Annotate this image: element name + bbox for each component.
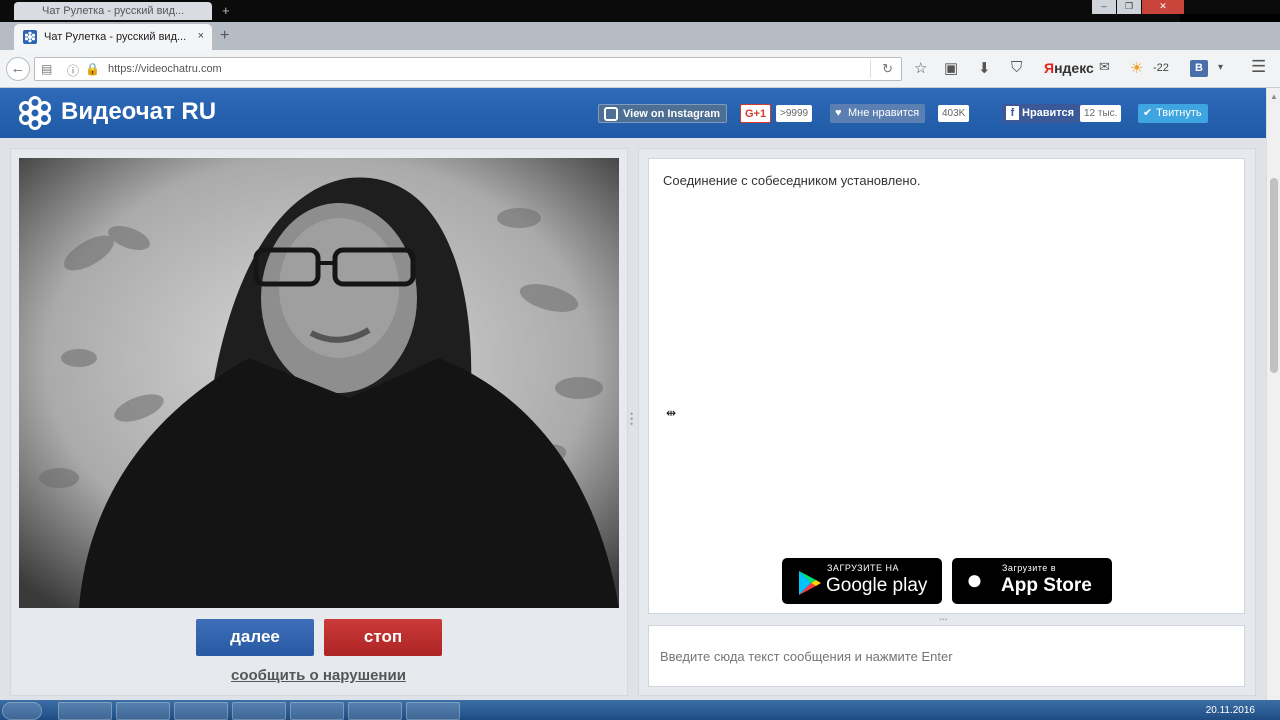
app-store-button[interactable]: ● Загрузите в App Store xyxy=(952,558,1112,604)
taskbar-app-yandex[interactable] xyxy=(290,702,344,720)
chat-resize-handle[interactable]: ••• xyxy=(939,615,947,624)
tab-title: Чат Рулетка - русский вид... xyxy=(44,31,187,43)
url-separator xyxy=(870,60,871,78)
background-tab[interactable]: Чат Рулетка - русский вид... xyxy=(14,2,212,20)
lock-icon: 🔒 xyxy=(85,62,100,76)
taskbar-app-skype[interactable] xyxy=(348,702,402,720)
taskbar-date: 20.11.2016 xyxy=(1205,705,1255,716)
facebook-like-label: Нравится xyxy=(1022,107,1075,119)
chat-status-message: Соединение с собеседником установлено. xyxy=(663,173,921,188)
facebook-count: 12 тыс. xyxy=(1080,105,1122,122)
heart-icon: ♥ xyxy=(835,107,842,119)
taskbar-app-ie[interactable] xyxy=(58,702,112,720)
like-label: Мне нравится xyxy=(848,107,920,119)
chat-log xyxy=(648,158,1245,614)
close-window-button[interactable]: ✕ xyxy=(1142,0,1184,14)
windows-taskbar: 20.11.2016 xyxy=(0,700,1280,720)
scroll-up-icon[interactable]: ▲ xyxy=(1270,92,1278,101)
minimize-button[interactable]: – xyxy=(1092,0,1116,14)
page-icon: ▤ xyxy=(41,62,53,76)
download-icon[interactable]: ⬇ xyxy=(978,59,991,77)
video-frame xyxy=(19,158,619,608)
google-play-icon xyxy=(799,571,821,595)
tab-close-icon[interactable]: × xyxy=(198,30,204,42)
address-bar[interactable]: ▤ ⓘ 🔒 https://videochatru.com ↻ xyxy=(34,57,902,81)
vk-icon[interactable]: В xyxy=(1190,60,1208,77)
logo-text[interactable]: Видеочат RU xyxy=(61,98,216,126)
gplus-count: >9999 xyxy=(776,105,813,122)
facebook-icon: f xyxy=(1006,106,1019,120)
site-header: Видеочат RU View on Instagram G+1 >9999 … xyxy=(0,88,1266,138)
info-icon[interactable]: ⓘ xyxy=(67,62,79,79)
navigation-bar: ← ▤ ⓘ 🔒 https://videochatru.com ↻ ☆ ▣ ⬇ … xyxy=(0,50,1280,88)
new-tab-button[interactable]: + xyxy=(220,27,229,45)
apple-icon: ● xyxy=(966,564,983,595)
background-new-tab-icon: + xyxy=(222,3,230,18)
tab-bar: Чат Рулетка - русский вид... × + xyxy=(0,22,1280,50)
taskbar-app-explorer[interactable] xyxy=(232,702,286,720)
menu-icon[interactable]: ☰ xyxy=(1251,57,1266,77)
instagram-label: View on Instagram xyxy=(623,108,720,120)
url-text[interactable]: https://videochatru.com xyxy=(108,63,222,75)
page-scrollbar[interactable]: ▲ xyxy=(1266,88,1280,700)
mail-icon[interactable]: ✉ xyxy=(1099,59,1110,75)
chevron-down-icon[interactable]: ▾ xyxy=(1218,62,1223,73)
google-play-big-text: Google play xyxy=(826,575,928,596)
instagram-button[interactable]: View on Instagram xyxy=(598,104,727,123)
instagram-icon xyxy=(604,107,618,121)
google-play-small-text: ЗАГРУЗИТЕ НА xyxy=(827,563,900,573)
logo-icon[interactable] xyxy=(18,96,52,130)
like-count: 403K xyxy=(938,105,970,122)
panel-splitter-handle[interactable]: • • • xyxy=(630,410,633,429)
partner-video xyxy=(19,158,619,608)
reading-list-icon[interactable]: ▣ xyxy=(944,59,958,77)
taskbar-app-firefox[interactable] xyxy=(406,702,460,720)
tab-active[interactable]: Чат Рулетка - русский вид... × xyxy=(14,24,212,50)
weather-sun-icon[interactable]: ☀ xyxy=(1130,59,1143,77)
tweet-button[interactable]: ✔ Твитнуть xyxy=(1138,104,1208,123)
app-store-small-text: Загрузите в xyxy=(1002,563,1057,573)
start-button[interactable] xyxy=(2,702,42,720)
site-favicon-icon xyxy=(23,30,37,44)
like-button[interactable]: ♥ Мне нравится xyxy=(830,104,926,123)
stop-button[interactable]: стоп xyxy=(324,619,442,656)
facebook-like-button[interactable]: f Нравится xyxy=(1002,104,1081,123)
weather-value: -22 xyxy=(1153,62,1169,74)
twitter-bird-icon: ✔ xyxy=(1143,107,1153,119)
report-violation-link[interactable]: сообщить о нарушении xyxy=(231,667,406,684)
next-button[interactable]: далее xyxy=(196,619,314,656)
scroll-thumb[interactable] xyxy=(1270,178,1278,373)
reload-icon[interactable]: ↻ xyxy=(882,61,893,77)
message-input[interactable] xyxy=(648,625,1245,687)
yandex-logo[interactable]: Яндекс xyxy=(1044,60,1094,76)
google-play-button[interactable]: ЗАГРУЗИТЕ НА Google play xyxy=(782,558,942,604)
app-store-big-text: App Store xyxy=(1001,575,1092,596)
pocket-icon[interactable]: ⛉ xyxy=(1011,59,1022,76)
gplus-button[interactable]: G+1 xyxy=(740,104,772,123)
back-button[interactable]: ← xyxy=(6,57,30,81)
window-controls: – ❐ ✕ xyxy=(1092,0,1184,14)
bookmark-star-icon[interactable]: ☆ xyxy=(914,59,927,77)
taskbar-app-media[interactable] xyxy=(116,702,170,720)
tweet-label: Твитнуть xyxy=(1156,107,1202,119)
maximize-button[interactable]: ❐ xyxy=(1117,0,1141,14)
resize-cursor-icon: ⇹ xyxy=(666,406,677,420)
taskbar-app-opera[interactable] xyxy=(174,702,228,720)
